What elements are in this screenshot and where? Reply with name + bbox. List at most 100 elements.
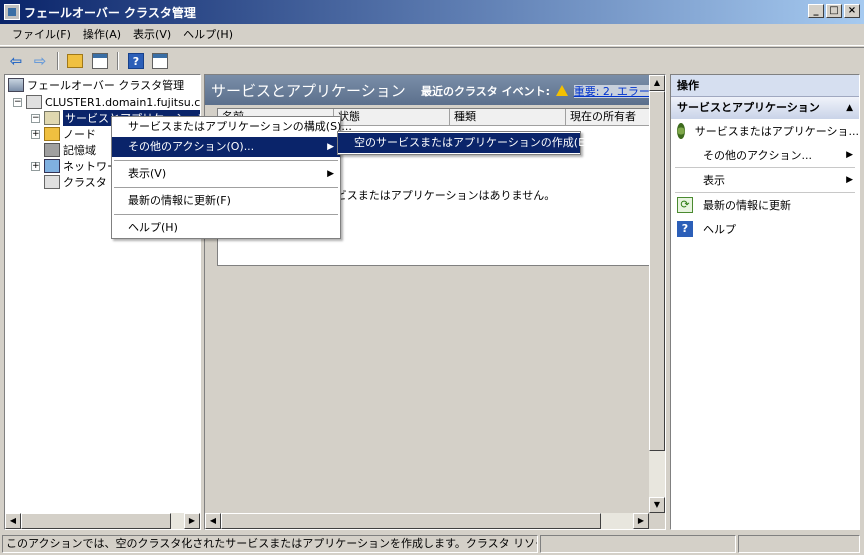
menu-view[interactable]: 表示(V) — [127, 25, 177, 45]
ctx-configure[interactable]: サービスまたはアプリケーションの構成(S)... — [112, 117, 352, 137]
action-help-label: ヘルプ — [703, 223, 736, 236]
scroll-right-icon[interactable]: ▶ — [633, 513, 649, 529]
tree-hscrollbar[interactable]: ◀ ▶ — [5, 513, 200, 529]
collapse-icon[interactable]: − — [13, 97, 22, 107]
ctx-refresh[interactable]: 最新の情報に更新(F) — [112, 191, 340, 211]
actions-section[interactable]: サービスとアプリケーション ▲ — [671, 97, 859, 119]
tree-nodes[interactable]: + ノード — [31, 126, 96, 142]
expand-icon[interactable]: + — [31, 129, 40, 139]
actions-title: 操作 — [671, 75, 859, 97]
network-icon — [44, 159, 60, 173]
failover-manager-icon — [8, 78, 24, 92]
configure-gear-icon — [677, 123, 685, 139]
forward-arrow-icon[interactable]: ⇨ — [30, 51, 50, 71]
close-button[interactable]: × — [844, 4, 860, 18]
action-refresh-label: 最新の情報に更新 — [703, 199, 791, 212]
action-pane-button[interactable] — [150, 51, 170, 71]
action-configure-label: サービスまたはアプリケーショ... — [694, 125, 859, 138]
col-type[interactable]: 種類 — [450, 109, 566, 126]
action-help[interactable]: ? ヘルプ — [671, 217, 859, 241]
submenu-arrow-icon: ▶ — [846, 150, 853, 160]
scroll-down-icon[interactable]: ▼ — [649, 497, 665, 513]
toolbar: ⇦ ⇨ ? — [0, 47, 864, 73]
services-icon — [44, 111, 60, 125]
menu-bar: ファイル(F) 操作(A) 表示(V) ヘルプ(H) — [0, 24, 864, 46]
ctx-more-actions[interactable]: その他のアクション(O)... ▶ — [112, 137, 340, 157]
help-button[interactable]: ? — [126, 51, 146, 71]
scroll-track[interactable] — [21, 513, 184, 529]
recent-events-label: 最近のクラスタ イベント: — [421, 85, 551, 98]
scroll-right-icon[interactable]: ▶ — [184, 513, 200, 529]
cluster-icon — [26, 95, 42, 109]
ctx-view[interactable]: 表示(V) ▶ — [112, 164, 340, 184]
menu-action[interactable]: 操作(A) — [77, 25, 127, 45]
ctx-help[interactable]: ヘルプ(H) — [112, 218, 340, 238]
tree-storage[interactable]: 記憶域 — [44, 142, 96, 158]
results-vscrollbar[interactable]: ▲ ▼ — [649, 75, 665, 513]
console-tree-icon — [92, 52, 108, 69]
events-icon — [44, 175, 60, 189]
actions-section-label: サービスとアプリケーション — [677, 101, 820, 114]
menu-file[interactable]: ファイル(F) — [6, 25, 77, 45]
action-refresh[interactable]: ⟳ 最新の情報に更新 — [671, 193, 859, 217]
col-owner[interactable]: 現在の所有者 — [566, 109, 652, 126]
scroll-track[interactable] — [221, 513, 633, 529]
action-pane-icon — [152, 52, 168, 69]
submenu-arrow-icon: ▶ — [846, 175, 853, 185]
results-heading: サービスとアプリケーション — [211, 81, 406, 100]
results-hscrollbar[interactable]: ◀ ▶ — [205, 513, 649, 529]
tree-root-label: フェールオーバー クラスタ管理 — [27, 79, 185, 92]
refresh-icon: ⟳ — [677, 197, 693, 213]
toolbar-separator — [57, 51, 59, 70]
blank-icon — [677, 172, 693, 188]
ctx-view-label: 表示(V) — [128, 167, 167, 180]
ctx-more-actions-label: その他のアクション(O)... — [128, 140, 255, 153]
actions-pane: 操作 サービスとアプリケーション ▲ サービスまたはアプリケーショ... その他… — [670, 74, 860, 530]
action-configure[interactable]: サービスまたはアプリケーショ... — [671, 119, 859, 143]
toolbar-separator — [117, 51, 119, 70]
action-view-label: 表示 — [703, 174, 725, 187]
ctx-create-empty-service[interactable]: 空のサービスまたはアプリケーションの作成(E) — [338, 133, 589, 153]
tree-root[interactable]: フェールオーバー クラスタ管理 — [8, 77, 184, 93]
submenu-arrow-icon: ▶ — [327, 169, 334, 179]
expand-icon[interactable]: + — [31, 161, 40, 171]
help-icon: ? — [677, 221, 693, 237]
maximize-button[interactable]: □ — [826, 4, 842, 18]
action-more-label: その他のアクション... — [703, 149, 812, 162]
back-arrow-icon[interactable]: ⇦ — [6, 51, 26, 71]
status-panel-3 — [738, 535, 860, 553]
show-hide-tree-button[interactable] — [90, 51, 110, 71]
warning-icon — [555, 85, 568, 96]
tree-cluster-label: CLUSTER1.domain1.fujitsu.co — [45, 95, 201, 109]
window-controls: _ □ × — [808, 4, 860, 18]
more-actions-submenu: 空のサービスまたはアプリケーションの作成(E) — [337, 131, 589, 155]
action-view[interactable]: 表示 ▶ — [671, 168, 859, 192]
submenu-arrow-icon: ▶ — [327, 142, 334, 152]
collapse-icon[interactable]: − — [31, 113, 40, 123]
window-title: フェールオーバー クラスタ管理 — [24, 5, 196, 20]
tree-nodes-label: ノード — [63, 128, 96, 141]
storage-icon — [44, 143, 60, 157]
up-folder-button[interactable] — [66, 51, 86, 71]
ctx-separator — [114, 214, 338, 215]
tree-cluster[interactable]: − CLUSTER1.domain1.fujitsu.co — [13, 94, 201, 110]
blank-icon — [677, 147, 693, 163]
folder-up-icon — [66, 53, 83, 68]
menu-help[interactable]: ヘルプ(H) — [177, 25, 239, 45]
scroll-up-icon[interactable]: ▲ — [649, 75, 665, 91]
title-bar: フェールオーバー クラスタ管理 _ □ × — [0, 0, 864, 24]
scroll-left-icon[interactable]: ◀ — [205, 513, 221, 529]
help-icon: ? — [128, 52, 144, 69]
app-icon — [4, 4, 20, 20]
ctx-separator — [114, 160, 338, 161]
ctx-separator — [114, 187, 338, 188]
recent-events: 最近のクラスタ イベント: 重要: 2, エラー: 13 — [421, 83, 665, 99]
collapse-caret-icon[interactable]: ▲ — [846, 97, 853, 119]
scroll-left-icon[interactable]: ◀ — [5, 513, 21, 529]
scroll-track[interactable] — [649, 91, 665, 497]
minimize-button[interactable]: _ — [808, 4, 824, 18]
tree-storage-label: 記憶域 — [63, 144, 96, 157]
action-more[interactable]: その他のアクション... ▶ — [671, 143, 859, 167]
status-bar: このアクションでは、空のクラスタ化されたサービスまたはアプリケーションを作成しま… — [0, 533, 864, 555]
results-header: サービスとアプリケーション 最近のクラスタ イベント: 重要: 2, エラー: … — [205, 75, 665, 105]
